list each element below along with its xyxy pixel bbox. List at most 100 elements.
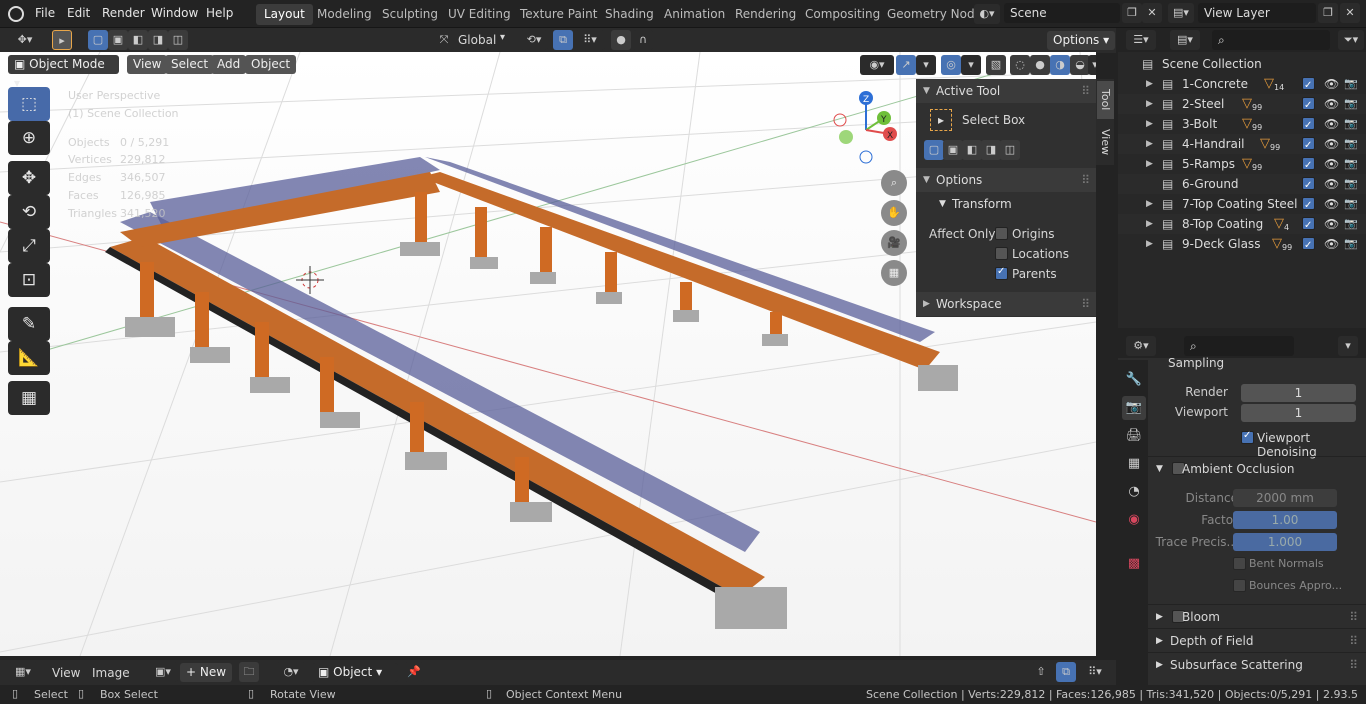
object-menu[interactable]: Object [245, 55, 297, 74]
bottom-image-menu[interactable]: Image [92, 666, 130, 680]
scene-properties-icon[interactable]: ◔ [1122, 480, 1146, 504]
image-browse-icon[interactable]: ▣▾ [148, 662, 178, 682]
exclude-checkbox[interactable] [1302, 176, 1315, 196]
eye-icon[interactable]: 👁 [1324, 234, 1339, 254]
view-layer-properties-icon[interactable]: ▦ [1122, 452, 1146, 476]
menu-render[interactable]: Render [102, 6, 145, 20]
rotate-tool[interactable]: ⟲ [8, 195, 50, 229]
factor-field[interactable]: 1.00 [1233, 511, 1337, 529]
pin-icon[interactable]: 📌 [404, 662, 424, 682]
new-scene-icon[interactable]: ❐ [1122, 3, 1142, 23]
outliner-row[interactable]: ▶▤5-Ramps▽99👁📷 [1118, 154, 1366, 176]
outliner-row[interactable]: ▶▤4-Handrail▽99👁📷 [1118, 134, 1366, 156]
overlays-dropdown-icon[interactable]: ▾ [961, 55, 981, 75]
expand-arrow-icon[interactable]: ▶ [1146, 234, 1153, 254]
zoom-icon[interactable]: ⌕ [881, 170, 907, 196]
transform-subheader[interactable]: ▼ Transform [916, 193, 1096, 215]
add-cube-tool[interactable]: ▦ [8, 381, 50, 415]
view-menu[interactable]: View [127, 55, 168, 74]
mode-select[interactable]: ▣ Object Mode ▾ [8, 55, 119, 90]
tab-rendering[interactable]: Rendering [727, 4, 804, 25]
render-properties-icon[interactable]: 📷 [1122, 396, 1146, 420]
cursor-tool[interactable]: ⊕ [8, 121, 50, 155]
bottom-view-menu[interactable]: View [52, 666, 80, 680]
display-channel-icon[interactable]: ◔▾ [276, 662, 306, 682]
tool-mode-new-icon[interactable]: ▢ [924, 140, 944, 160]
ortho-toggle-icon[interactable]: ▦ [881, 260, 907, 286]
mode-intersect-icon[interactable]: ◫ [168, 30, 188, 50]
menu-window[interactable]: Window [151, 6, 198, 20]
eye-icon[interactable]: 👁 [1324, 114, 1339, 134]
expand-arrow-icon[interactable]: ▶ [1146, 134, 1153, 154]
transform-tool[interactable]: ⊡ [8, 263, 50, 297]
drag-handle-icon[interactable]: ⠿ [1349, 653, 1358, 677]
trace-precision-field[interactable]: 1.000 [1233, 533, 1337, 551]
distance-field[interactable]: 2000 mm [1233, 489, 1337, 507]
render-samples-field[interactable]: 1 [1241, 384, 1356, 402]
eye-icon[interactable]: 👁 [1324, 134, 1339, 154]
exclude-checkbox[interactable] [1302, 156, 1315, 176]
new-view-layer-icon[interactable]: ❐ [1318, 3, 1338, 23]
object-data-icon[interactable]: ▽ [1242, 154, 1252, 174]
pan-hand-icon[interactable]: ✋ [881, 200, 907, 226]
image-editor-type-icon[interactable]: ▦▾ [8, 662, 38, 682]
properties-options-icon[interactable]: ▾ [1338, 336, 1358, 356]
origins-checkbox[interactable] [995, 227, 1008, 240]
menu-help[interactable]: Help [206, 6, 233, 20]
filter-icon[interactable]: ⏷▾ [1338, 30, 1364, 50]
bent-normals-checkbox[interactable] [1233, 557, 1246, 570]
gizmo-toggle-icon[interactable]: ↗ [896, 55, 916, 75]
properties-editor-icon[interactable]: ⚙▾ [1126, 336, 1156, 356]
camera-render-icon[interactable]: 📷 [1344, 214, 1358, 234]
camera-render-icon[interactable]: 📷 [1344, 154, 1358, 174]
object-data-icon[interactable]: ▽ [1272, 234, 1282, 254]
falloff-icon[interactable]: ∩ [633, 30, 653, 50]
object-data-icon[interactable]: ▽ [1242, 94, 1252, 114]
drag-handle-icon[interactable]: ⠿ [1081, 292, 1090, 316]
expand-arrow-icon[interactable]: ▶ [1146, 74, 1153, 94]
tab-uv-editing[interactable]: UV Editing [440, 4, 519, 25]
active-tool-header[interactable]: ▼ Active Tool ⠿ [916, 79, 1096, 103]
locations-checkbox[interactable] [995, 247, 1008, 260]
outliner-row[interactable]: ▶ ▤ 9-Deck Glass ▽99 👁📷 [1118, 234, 1366, 256]
menu-file[interactable]: File [35, 6, 55, 20]
tab-sculpting[interactable]: Sculpting [374, 4, 446, 25]
options-header[interactable]: ▼ Options ⠿ [916, 168, 1096, 192]
shading-dropdown-icon[interactable]: ▾ [1088, 55, 1096, 75]
camera-render-icon[interactable]: 📷 [1344, 174, 1358, 194]
overlays-icon[interactable]: ◎ [941, 55, 961, 75]
scene-selector-icon[interactable]: ◐▾ [974, 4, 1000, 24]
expand-arrow-icon[interactable]: ▶ [1146, 114, 1153, 134]
menu-edit[interactable]: Edit [67, 6, 90, 20]
exclude-checkbox[interactable] [1302, 216, 1315, 236]
outliner-row[interactable]: ▶ ▤ 7-Top Coating Steel 👁📷 [1118, 194, 1366, 216]
drag-handle-icon[interactable]: ⠿ [1349, 605, 1358, 629]
move-up-icon[interactable]: ⇧ [1031, 662, 1051, 682]
exclude-checkbox[interactable] [1302, 136, 1315, 156]
tab-animation[interactable]: Animation [656, 4, 733, 25]
expand-arrow-icon[interactable]: ▶ [1146, 194, 1153, 214]
eye-icon[interactable]: 👁 [1324, 194, 1339, 214]
workspace-header[interactable]: ▶ Workspace ⠿ [916, 292, 1096, 316]
tool-properties-icon[interactable]: 🔧 [1122, 368, 1146, 392]
mode-extend-icon[interactable]: ▣ [108, 30, 128, 50]
tab-shading[interactable]: Shading [597, 4, 662, 25]
exclude-checkbox[interactable] [1302, 196, 1315, 216]
outliner-search-input[interactable]: ⌕ [1212, 30, 1330, 50]
tool-mode-subtract-icon[interactable]: ◧ [962, 140, 982, 160]
outliner-row[interactable]: ▶▤2-Steel▽99👁📷 [1118, 94, 1366, 116]
drag-handle-icon[interactable]: ⠿ [1081, 79, 1090, 103]
drag-handle-icon[interactable]: ⠿ [1081, 168, 1090, 192]
new-image-button[interactable]: + New [180, 663, 233, 682]
outliner-row[interactable]: ▤ 6-Ground 👁📷 [1118, 174, 1366, 196]
properties-search-input[interactable]: ⌕ [1184, 336, 1294, 356]
annotate-tool[interactable]: ✎ [8, 307, 50, 341]
select-menu[interactable]: Select [165, 55, 215, 74]
open-folder-icon[interactable]: 🗀 [239, 662, 259, 682]
tab-view[interactable]: View [1097, 123, 1114, 161]
outliner-row[interactable]: ▶▤3-Bolt▽99👁📷 [1118, 114, 1366, 136]
scene-name-field[interactable]: Scene [1004, 3, 1120, 23]
camera-render-icon[interactable]: 📷 [1344, 114, 1358, 134]
tab-modeling[interactable]: Modeling [309, 4, 380, 25]
object-data-icon[interactable]: ▽ [1274, 214, 1284, 234]
